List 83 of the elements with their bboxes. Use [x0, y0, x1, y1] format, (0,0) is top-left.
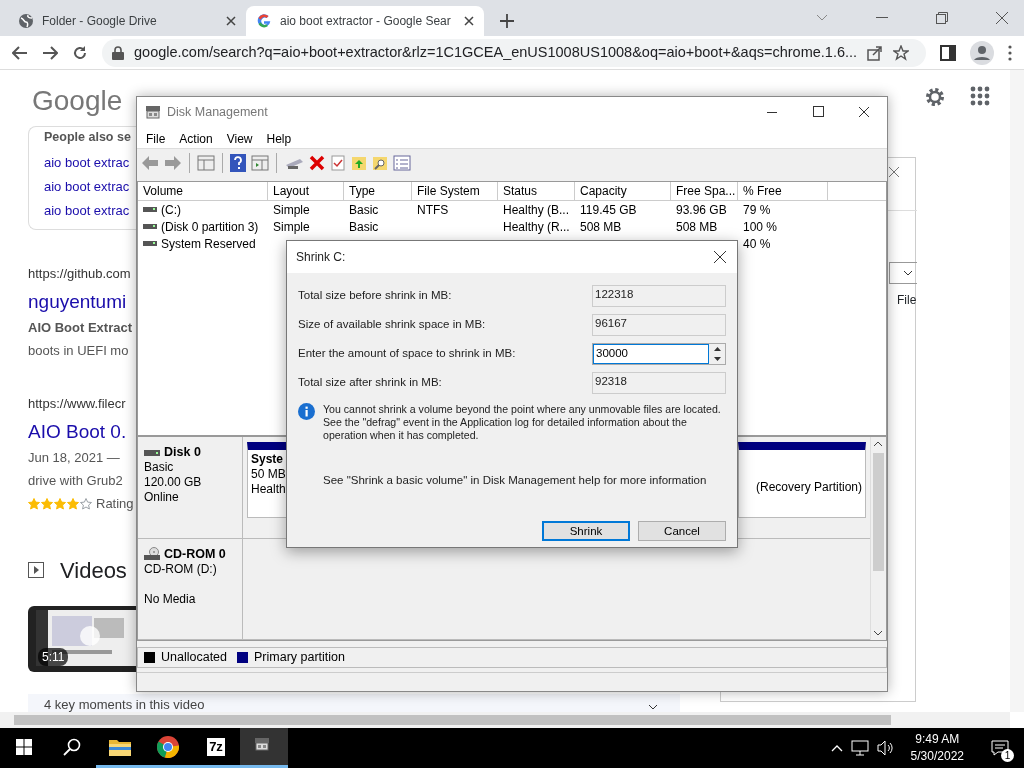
table-cell-text: 79 % — [743, 201, 771, 219]
readonly-field: 92318 — [592, 371, 726, 394]
notification-badge: 1 — [1001, 749, 1014, 762]
info-text: You cannot shrink a volume beyond the point where any unmovable files are located. See the "defrag" event in the Application log for detailed information about the operation when it has completed. — [323, 403, 722, 442]
address-bar[interactable]: google.com/search?q=aio+boot+extractor&rlz=1C1GCEA_enUS1008US1008&oq=aio+boot+&aqs=chrome.1.6... — [102, 38, 926, 67]
search-link[interactable]: aio boot extrac — [44, 151, 136, 175]
disk-name: CD-ROM 0 — [164, 546, 226, 562]
partition-info: (Recovery Partition) — [755, 480, 862, 495]
result-url: https://github.com — [28, 265, 132, 283]
menu-item[interactable]: View — [219, 127, 260, 148]
result-url: https://www.filecr — [28, 395, 127, 413]
column-header[interactable]: % Free — [738, 182, 828, 201]
legend-label: Unallocated — [161, 649, 227, 667]
video-duration: 5:11 — [38, 648, 69, 666]
table-cell-text: Healthy (B... — [503, 201, 570, 219]
table-cell-text: Basic — [349, 201, 379, 219]
google-logo[interactable]: Google — [32, 80, 123, 122]
legend-label: Primary partition — [254, 649, 345, 667]
notifications-button[interactable]: 1 — [980, 728, 1020, 768]
table-cell-text: 40 % — [743, 235, 771, 253]
result-snippet: Jun 18, 2021 — — [28, 449, 121, 467]
menu-item[interactable]: Help — [259, 127, 299, 148]
column-header[interactable]: Capacity — [575, 182, 671, 201]
column-header[interactable]: Volume — [138, 182, 268, 201]
browser-tab[interactable]: Folder - Google Drive — [8, 6, 246, 36]
disk-info: Online — [144, 490, 180, 505]
search-link[interactable]: aio boot extrac — [44, 175, 136, 199]
window-title: Disk Management — [167, 103, 268, 121]
column-header[interactable]: Free Spa... — [671, 182, 738, 201]
column-header: File — [897, 292, 917, 309]
partition-info: Health — [251, 482, 283, 497]
section-title: Videos — [60, 556, 127, 585]
column-header[interactable]: File System — [412, 182, 498, 201]
table-cell-text: System Reserved — [161, 235, 256, 253]
disk-name: Disk 0 — [164, 445, 201, 460]
help-text: See "Shrink a basic volume" in Disk Management help for more information — [322, 473, 708, 488]
section-title: People also se — [44, 129, 132, 146]
partition-block[interactable]: (Recovery Partition) — [738, 442, 866, 518]
disk-info: No Media — [144, 591, 197, 607]
column-header[interactable]: Layout — [268, 182, 344, 201]
table-cell-text: Simple — [273, 218, 310, 236]
disk-info: Basic — [144, 460, 175, 475]
rating-label: Rating — [96, 495, 134, 513]
table-cell-text: (Disk 0 partition 3) — [161, 218, 259, 236]
column-header[interactable]: Type — [344, 182, 412, 201]
result-title[interactable]: AIO Boot 0. — [28, 418, 136, 446]
browser-tab[interactable]: aio boot extractor - Google Sear — [246, 6, 484, 36]
clock-time[interactable]: 9:49 AM — [910, 731, 964, 748]
table-cell-text: 100 % — [743, 218, 778, 236]
dialog-title: Shrink C: — [296, 249, 346, 266]
table-cell-text: NTFS — [417, 201, 449, 219]
menu-item[interactable]: File — [139, 127, 173, 148]
field-label: Total size after shrink in MB: — [298, 374, 443, 390]
disk-info: CD-ROM (D:) — [144, 561, 218, 577]
field-label: Size of available shrink space in MB: — [298, 316, 487, 332]
result-snippet: AIO Boot Extract — [28, 319, 133, 337]
readonly-field: 96167 — [592, 313, 726, 336]
table-cell-text: 119.45 GB — [580, 201, 637, 219]
url-text: google.com/search?q=aio+boot+extractor&rlz=1C1GCEA_enUS1008US1008&oq=aio+boot+&aqs=chrome.1.6... — [134, 42, 858, 62]
menu-item[interactable]: Action — [172, 127, 220, 148]
field-label: Enter the amount of space to shrink in MB: — [298, 345, 517, 361]
result-snippet: drive with Grub2 — [28, 472, 124, 490]
partition-info: 50 MB — [251, 467, 283, 482]
result-title[interactable]: nguyentumi — [28, 288, 136, 316]
table-cell-text: 508 MB — [580, 218, 622, 236]
table-cell-text: (C:) — [161, 201, 181, 219]
table-cell-text: 508 MB — [676, 218, 718, 236]
field-label: Total size before shrink in MB: — [298, 287, 453, 303]
table-cell-text: Healthy (R... — [503, 218, 570, 236]
disk-info: 120.00 GB — [144, 475, 203, 490]
partition-block[interactable]: Syste 50 MB Health — [247, 442, 287, 518]
readonly-field: 122318 — [592, 284, 726, 307]
search-link[interactable]: aio boot extrac — [44, 199, 136, 223]
column-header[interactable]: Status — [498, 182, 575, 201]
table-cell-text: Basic — [349, 218, 379, 236]
table-cell-text: Simple — [273, 201, 310, 219]
partition-name: Syste — [251, 452, 283, 467]
dialog-button[interactable]: Shrink — [542, 521, 630, 542]
dialog-button[interactable]: Cancel — [638, 521, 726, 542]
result-snippet: boots in UEFI mo — [28, 342, 130, 360]
clock-date[interactable]: 5/30/2022 — [910, 748, 964, 765]
table-cell-text: 93.96 GB — [676, 201, 727, 219]
spin-field[interactable]: 30000 — [592, 342, 726, 365]
